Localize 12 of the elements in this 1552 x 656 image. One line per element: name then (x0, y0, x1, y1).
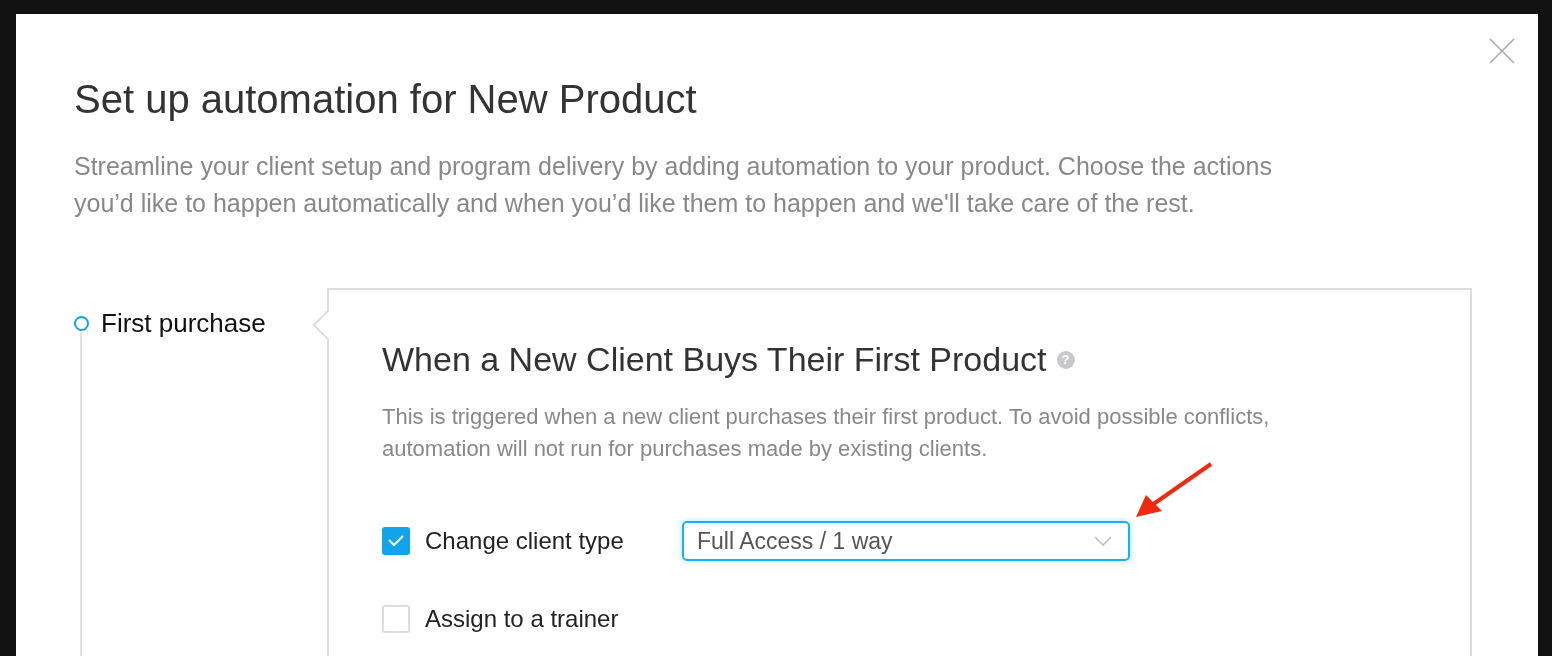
checkmark-icon (388, 535, 404, 547)
modal-description: Streamline your client setup and program delivery by adding automation to your product. Choose the actions you’d like to happen automatically and when you’d like them to happen and we'll take care of the rest. (74, 151, 1273, 219)
panel-title: When a New Client Buys Their First Product (382, 340, 1047, 379)
chevron-down-icon (1094, 536, 1112, 546)
step-label[interactable]: First purchase (101, 308, 266, 339)
modal-title: Set up automation for New Product (74, 76, 698, 123)
action-label: Assign to a trainer (425, 605, 620, 633)
close-icon[interactable] (1489, 38, 1515, 64)
panel-description: This is triggered when a new client purchases their first product. To avoid possible conflicts, automation will not run for purchases made by existing clients. (382, 403, 1271, 463)
action-label: Change client type (425, 527, 625, 555)
client-type-dropdown[interactable]: Full Access / 1 way (682, 521, 1130, 561)
checkbox[interactable] (382, 527, 410, 555)
